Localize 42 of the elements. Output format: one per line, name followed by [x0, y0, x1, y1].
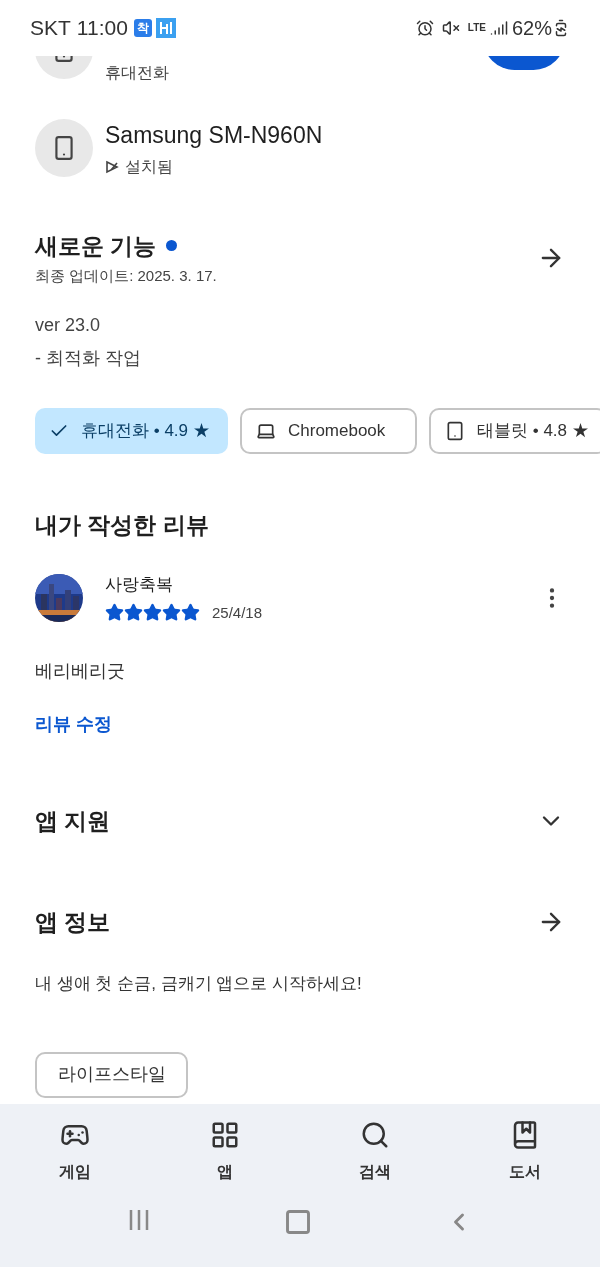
- section-title: 앱 정보: [35, 907, 111, 937]
- star-icon: [162, 603, 181, 623]
- app-badge-icon: [155, 18, 176, 38]
- device-type: 휴대전화: [105, 63, 169, 83]
- nav-tab[interactable]: 게임: [0, 1120, 150, 1184]
- release-note: - 최적화 작업: [35, 346, 142, 370]
- star-icon: [105, 603, 124, 623]
- network-type: LTE: [467, 23, 486, 33]
- category-chip[interactable]: 라이프스타일: [35, 1051, 188, 1098]
- device-chip[interactable]: 태블릿 • 4.8 ★: [429, 407, 600, 454]
- tablet-icon: [445, 420, 465, 441]
- star-icon: [124, 603, 143, 623]
- star-icon: [143, 603, 162, 623]
- alarm-icon: [415, 19, 434, 37]
- battery-level: 62%: [511, 16, 552, 41]
- app-badge: 착: [133, 19, 152, 37]
- apps-icon: [210, 1120, 240, 1150]
- search-icon: [360, 1120, 390, 1150]
- review-date: 25/4/18: [212, 602, 263, 623]
- nav-tab[interactable]: 도서: [450, 1120, 600, 1184]
- device-chip[interactable]: Chromebook: [240, 407, 417, 454]
- star-icon: [181, 603, 200, 623]
- signal-icon: [489, 19, 508, 37]
- section-title: 내가 작성한 리뷰: [34, 510, 210, 540]
- install-status: 설치됨: [125, 156, 173, 177]
- home-icon[interactable]: [284, 1208, 312, 1236]
- section-title: 앱 지원: [35, 807, 111, 836]
- edit-review-link[interactable]: 리뷰 수정: [0, 711, 147, 738]
- clock: 11:00: [76, 15, 128, 42]
- device-name: Samsung SM-N960N: [105, 121, 323, 150]
- carrier: SKT: [30, 15, 71, 42]
- device-chip[interactable]: 휴대전화 • 4.9 ★: [35, 407, 228, 454]
- section-title: 새로운 기능: [35, 231, 157, 261]
- release-note: ver 23.0: [35, 313, 102, 337]
- nav-tab[interactable]: 검색: [300, 1120, 450, 1184]
- review-text: 베리베리굿: [34, 660, 126, 683]
- reviewer-name: 사랑축복: [105, 574, 174, 596]
- mute-icon: [441, 19, 460, 37]
- nav-tab[interactable]: 앱: [150, 1120, 300, 1184]
- update-date: 최종 업데이트: 2025. 3. 17.: [35, 266, 217, 286]
- play-icon: [105, 159, 119, 174]
- app-description: 내 생애 첫 순금, 금캐기 앱으로 시작하세요!: [35, 973, 363, 995]
